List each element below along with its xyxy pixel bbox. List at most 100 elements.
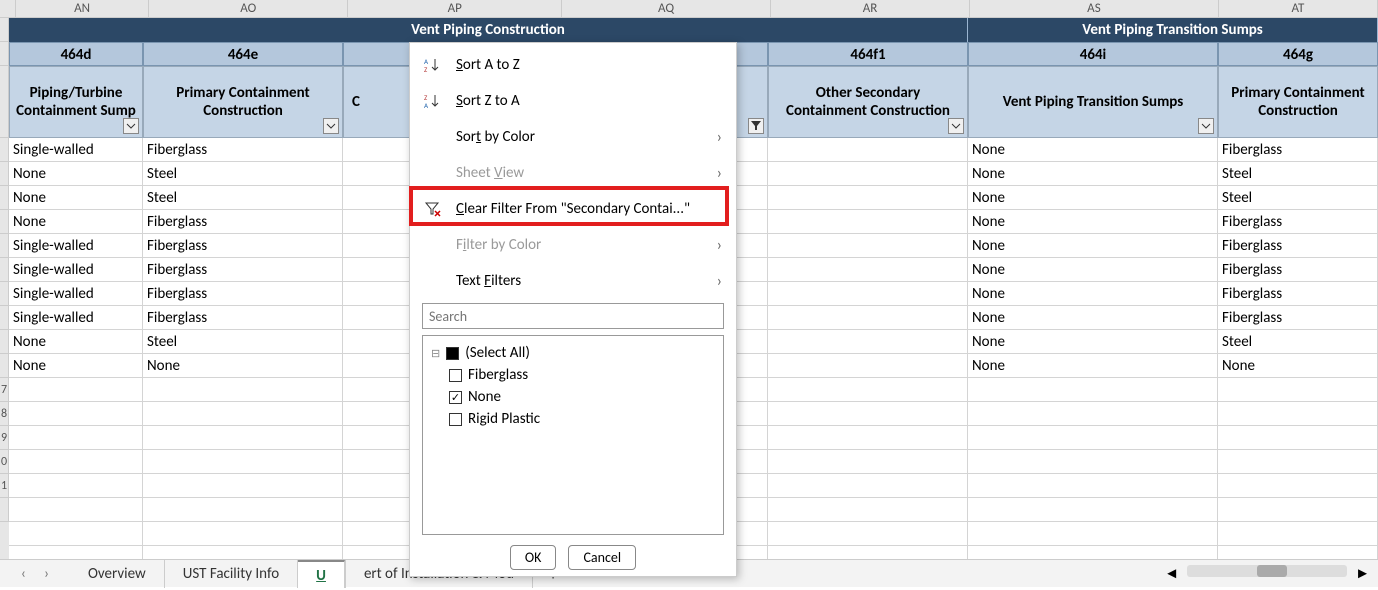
table-cell[interactable]: Fiberglass bbox=[1218, 210, 1378, 234]
filter-dropdown-button-aq[interactable] bbox=[748, 118, 764, 134]
table-cell[interactable] bbox=[9, 474, 143, 498]
menu-text-filters[interactable]: Text Filters › bbox=[410, 263, 736, 299]
table-cell[interactable] bbox=[143, 426, 343, 450]
table-cell[interactable] bbox=[968, 498, 1218, 522]
tabs-nav[interactable]: ‹ › bbox=[0, 565, 70, 583]
table-cell[interactable] bbox=[768, 210, 968, 234]
table-cell[interactable] bbox=[768, 402, 968, 426]
table-cell[interactable] bbox=[1218, 474, 1378, 498]
table-cell[interactable]: None bbox=[968, 306, 1218, 330]
table-cell[interactable] bbox=[768, 426, 968, 450]
table-cell[interactable]: Fiberglass bbox=[1218, 282, 1378, 306]
table-cell[interactable]: Fiberglass bbox=[143, 306, 343, 330]
table-cell[interactable] bbox=[1218, 498, 1378, 522]
horizontal-scrollbar[interactable] bbox=[1187, 565, 1347, 577]
table-cell[interactable] bbox=[968, 522, 1218, 546]
table-cell[interactable] bbox=[143, 450, 343, 474]
table-cell[interactable]: None bbox=[9, 354, 143, 378]
filter-search-input[interactable] bbox=[422, 303, 724, 329]
table-cell[interactable]: Single-walled bbox=[9, 306, 143, 330]
table-cell[interactable]: Steel bbox=[143, 186, 343, 210]
table-cell[interactable] bbox=[768, 162, 968, 186]
filter-option-rigid-plastic[interactable]: Rigid Plastic bbox=[431, 408, 715, 430]
table-cell[interactable] bbox=[9, 522, 143, 546]
table-cell[interactable]: None bbox=[968, 234, 1218, 258]
table-cell[interactable]: Single-walled bbox=[9, 138, 143, 162]
nav-prev-icon[interactable]: ‹ bbox=[21, 565, 26, 583]
table-cell[interactable] bbox=[1218, 522, 1378, 546]
ok-button[interactable]: OK bbox=[510, 545, 557, 570]
table-cell[interactable] bbox=[9, 498, 143, 522]
col-header-AS[interactable]: AS bbox=[970, 0, 1219, 17]
col-header-AQ[interactable]: AQ bbox=[562, 0, 771, 17]
table-cell[interactable] bbox=[9, 378, 143, 402]
col-header-AO[interactable]: AO bbox=[149, 0, 348, 17]
tab-active[interactable]: U bbox=[298, 560, 345, 588]
scrollbar-thumb[interactable] bbox=[1257, 565, 1287, 577]
table-cell[interactable] bbox=[768, 498, 968, 522]
table-cell[interactable]: Single-walled bbox=[9, 234, 143, 258]
table-cell[interactable] bbox=[968, 402, 1218, 426]
table-cell[interactable]: Steel bbox=[1218, 186, 1378, 210]
table-cell[interactable]: None bbox=[9, 186, 143, 210]
table-cell[interactable]: None bbox=[9, 210, 143, 234]
table-cell[interactable] bbox=[768, 258, 968, 282]
table-cell[interactable]: Fiberglass bbox=[143, 258, 343, 282]
scroll-left-icon[interactable]: ◄ bbox=[1164, 565, 1179, 583]
table-cell[interactable]: Fiberglass bbox=[143, 282, 343, 306]
table-cell[interactable] bbox=[143, 498, 343, 522]
table-cell[interactable] bbox=[768, 306, 968, 330]
table-cell[interactable]: None bbox=[968, 282, 1218, 306]
nav-next-icon[interactable]: › bbox=[44, 565, 49, 583]
table-cell[interactable]: Fiberglass bbox=[1218, 258, 1378, 282]
table-cell[interactable]: None bbox=[1218, 354, 1378, 378]
table-cell[interactable]: None bbox=[968, 210, 1218, 234]
table-cell[interactable] bbox=[768, 282, 968, 306]
table-cell[interactable]: None bbox=[968, 258, 1218, 282]
table-cell[interactable]: Steel bbox=[1218, 162, 1378, 186]
checkbox-icon[interactable] bbox=[449, 369, 462, 382]
table-cell[interactable] bbox=[1218, 450, 1378, 474]
table-cell[interactable]: Single-walled bbox=[9, 258, 143, 282]
table-cell[interactable] bbox=[768, 330, 968, 354]
table-cell[interactable] bbox=[143, 378, 343, 402]
checkbox-icon[interactable] bbox=[449, 391, 462, 404]
cancel-button[interactable]: Cancel bbox=[568, 545, 636, 570]
table-cell[interactable]: None bbox=[143, 354, 343, 378]
table-cell[interactable] bbox=[1218, 426, 1378, 450]
table-cell[interactable]: None bbox=[9, 330, 143, 354]
table-cell[interactable] bbox=[768, 522, 968, 546]
menu-clear-filter[interactable]: Clear Filter From "Secondary Contai..." bbox=[410, 191, 736, 227]
col-header-AP[interactable]: AP bbox=[348, 0, 562, 17]
table-cell[interactable]: None bbox=[968, 330, 1218, 354]
table-cell[interactable] bbox=[1218, 378, 1378, 402]
table-cell[interactable] bbox=[143, 522, 343, 546]
table-cell[interactable]: None bbox=[968, 162, 1218, 186]
table-cell[interactable] bbox=[968, 474, 1218, 498]
table-cell[interactable] bbox=[143, 402, 343, 426]
table-cell[interactable] bbox=[768, 138, 968, 162]
tab-ust-facility[interactable]: UST Facility Info bbox=[165, 560, 298, 588]
menu-sort-az[interactable]: AZ Sort A to Z bbox=[410, 47, 736, 83]
menu-sort-by-color[interactable]: Sort by Color › bbox=[410, 119, 736, 155]
col-header-AN[interactable]: AN bbox=[16, 0, 149, 17]
table-cell[interactable]: Steel bbox=[143, 162, 343, 186]
filter-dropdown-button[interactable] bbox=[123, 118, 139, 134]
table-cell[interactable] bbox=[143, 474, 343, 498]
table-cell[interactable] bbox=[9, 402, 143, 426]
table-cell[interactable] bbox=[768, 234, 968, 258]
filter-option-none[interactable]: None bbox=[431, 386, 715, 408]
table-cell[interactable]: None bbox=[968, 138, 1218, 162]
filter-values-tree[interactable]: ⊟ (Select All) Fiberglass None Rigid Pla… bbox=[422, 335, 724, 535]
table-cell[interactable] bbox=[9, 450, 143, 474]
table-cell[interactable] bbox=[968, 450, 1218, 474]
filter-option-select-all[interactable]: ⊟ (Select All) bbox=[431, 342, 715, 364]
filter-dropdown-button[interactable] bbox=[1198, 118, 1214, 134]
col-header-AT[interactable]: AT bbox=[1219, 0, 1378, 17]
filter-option-fiberglass[interactable]: Fiberglass bbox=[431, 364, 715, 386]
table-cell[interactable]: Fiberglass bbox=[143, 210, 343, 234]
table-cell[interactable]: None bbox=[9, 162, 143, 186]
filter-dropdown-button[interactable] bbox=[948, 118, 964, 134]
table-cell[interactable] bbox=[1218, 402, 1378, 426]
table-cell[interactable]: Fiberglass bbox=[143, 234, 343, 258]
